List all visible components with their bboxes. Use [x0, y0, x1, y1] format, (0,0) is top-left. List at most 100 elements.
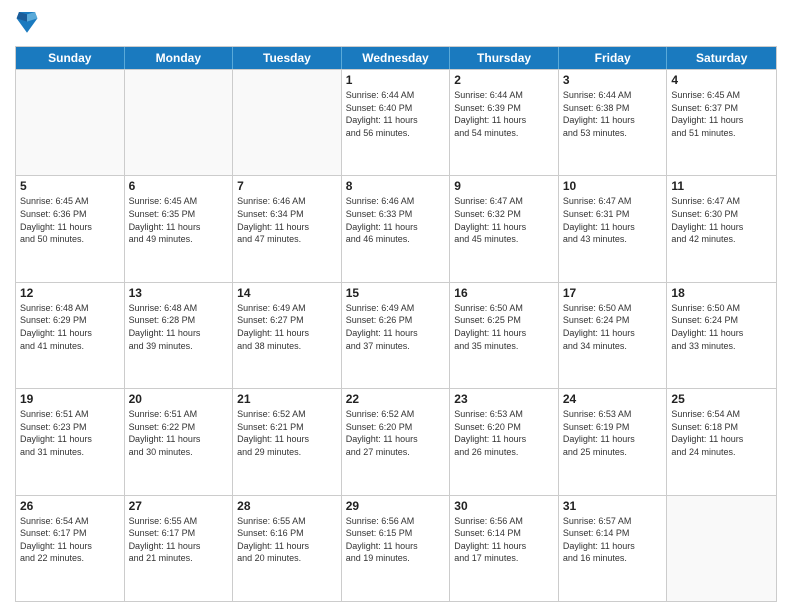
day-number: 9: [454, 179, 554, 193]
day-number: 2: [454, 73, 554, 87]
calendar-row-3: 12 Sunrise: 6:48 AM Sunset: 6:29 PM Dayli…: [16, 282, 776, 388]
calendar-cell-day-19: 19 Sunrise: 6:51 AM Sunset: 6:23 PM Dayli…: [16, 389, 125, 494]
calendar-cell-empty: [233, 70, 342, 175]
cell-info: Sunrise: 6:46 AM Sunset: 6:33 PM Dayligh…: [346, 195, 446, 245]
calendar-cell-day-20: 20Sunrise: 6:51 AM Sunset: 6:22 PM Dayli…: [125, 389, 234, 494]
calendar-cell-day-4: 4 Sunrise: 6:45 AM Sunset: 6:37 PM Daylig…: [667, 70, 776, 175]
calendar-header: SundayMondayTuesdayWednesdayThursdayFrid…: [16, 47, 776, 69]
calendar-cell-day-26: 26 Sunrise: 6:54 AM Sunset: 6:17 PM Dayli…: [16, 496, 125, 601]
weekday-header-saturday: Saturday: [667, 47, 776, 69]
calendar-cell-day-5: 5 Sunrise: 6:45 AM Sunset: 6:36 PM Daylig…: [16, 176, 125, 281]
cell-info: Sunrise: 6:45 AM Sunset: 6:37 PM Dayligh…: [671, 89, 772, 139]
cell-info: Sunrise: 6:54 AM Sunset: 6:17 PM Dayligh…: [20, 515, 120, 565]
cell-info: Sunrise: 6:44 AM Sunset: 6:38 PM Dayligh…: [563, 89, 663, 139]
calendar-cell-day-24: 24 Sunrise: 6:53 AM Sunset: 6:19 PM Dayli…: [559, 389, 668, 494]
cell-info: Sunrise: 6:48 AM Sunset: 6:29 PM Dayligh…: [20, 302, 120, 352]
cell-info: Sunrise: 6:53 AM Sunset: 6:19 PM Dayligh…: [563, 408, 663, 458]
calendar-cell-day-10: 10 Sunrise: 6:47 AM Sunset: 6:31 PM Dayli…: [559, 176, 668, 281]
day-number: 22: [346, 392, 446, 406]
day-number: 31: [563, 499, 663, 513]
calendar-cell-day-2: 2 Sunrise: 6:44 AM Sunset: 6:39 PM Daylig…: [450, 70, 559, 175]
day-number: 21: [237, 392, 337, 406]
page: SundayMondayTuesdayWednesdayThursdayFrid…: [0, 0, 792, 612]
calendar-cell-day-9: 9 Sunrise: 6:47 AM Sunset: 6:32 PM Daylig…: [450, 176, 559, 281]
logo-icon: [15, 10, 39, 38]
day-number: 4: [671, 73, 772, 87]
calendar-cell-day-11: 11 Sunrise: 6:47 AM Sunset: 6:30 PM Dayli…: [667, 176, 776, 281]
calendar-cell-day-29: 29 Sunrise: 6:56 AM Sunset: 6:15 PM Dayli…: [342, 496, 451, 601]
cell-info: Sunrise: 6:51 AM Sunset: 6:23 PM Dayligh…: [20, 408, 120, 458]
weekday-header-wednesday: Wednesday: [342, 47, 451, 69]
weekday-header-monday: Monday: [125, 47, 234, 69]
day-number: 1: [346, 73, 446, 87]
cell-info: Sunrise: 6:47 AM Sunset: 6:31 PM Dayligh…: [563, 195, 663, 245]
cell-info: Sunrise: 6:44 AM Sunset: 6:39 PM Dayligh…: [454, 89, 554, 139]
day-number: 20: [129, 392, 229, 406]
calendar-cell-day-1: 1 Sunrise: 6:44 AM Sunset: 6:40 PM Daylig…: [342, 70, 451, 175]
day-number: 29: [346, 499, 446, 513]
calendar-cell-day-21: 21 Sunrise: 6:52 AM Sunset: 6:21 PM Dayli…: [233, 389, 342, 494]
day-number: 27: [129, 499, 229, 513]
calendar-cell-day-30: 30 Sunrise: 6:56 AM Sunset: 6:14 PM Dayli…: [450, 496, 559, 601]
cell-info: Sunrise: 6:57 AM Sunset: 6:14 PM Dayligh…: [563, 515, 663, 565]
cell-info: Sunrise: 6:46 AM Sunset: 6:34 PM Dayligh…: [237, 195, 337, 245]
weekday-header-friday: Friday: [559, 47, 668, 69]
day-number: 19: [20, 392, 120, 406]
day-number: 5: [20, 179, 120, 193]
calendar-cell-day-22: 22 Sunrise: 6:52 AM Sunset: 6:20 PM Dayli…: [342, 389, 451, 494]
day-number: 23: [454, 392, 554, 406]
day-number: 3: [563, 73, 663, 87]
cell-info: Sunrise: 6:47 AM Sunset: 6:32 PM Dayligh…: [454, 195, 554, 245]
cell-info: Sunrise: 6:44 AM Sunset: 6:40 PM Dayligh…: [346, 89, 446, 139]
calendar: SundayMondayTuesdayWednesdayThursdayFrid…: [15, 46, 777, 602]
day-number: 12: [20, 286, 120, 300]
calendar-cell-day-28: 28Sunrise: 6:55 AM Sunset: 6:16 PM Dayli…: [233, 496, 342, 601]
cell-info: Sunrise: 6:45 AM Sunset: 6:36 PM Dayligh…: [20, 195, 120, 245]
calendar-row-5: 26 Sunrise: 6:54 AM Sunset: 6:17 PM Dayli…: [16, 495, 776, 601]
header: [15, 10, 777, 38]
day-number: 17: [563, 286, 663, 300]
calendar-cell-empty: [125, 70, 234, 175]
calendar-cell-empty: [16, 70, 125, 175]
calendar-cell-empty: [667, 496, 776, 601]
calendar-cell-day-23: 23Sunrise: 6:53 AM Sunset: 6:20 PM Dayli…: [450, 389, 559, 494]
cell-info: Sunrise: 6:56 AM Sunset: 6:15 PM Dayligh…: [346, 515, 446, 565]
calendar-cell-day-27: 27 Sunrise: 6:55 AM Sunset: 6:17 PM Dayli…: [125, 496, 234, 601]
weekday-header-sunday: Sunday: [16, 47, 125, 69]
calendar-cell-day-13: 13 Sunrise: 6:48 AM Sunset: 6:28 PM Dayli…: [125, 283, 234, 388]
calendar-cell-day-14: 14Sunrise: 6:49 AM Sunset: 6:27 PM Dayli…: [233, 283, 342, 388]
calendar-row-2: 5 Sunrise: 6:45 AM Sunset: 6:36 PM Daylig…: [16, 175, 776, 281]
day-number: 25: [671, 392, 772, 406]
calendar-row-4: 19 Sunrise: 6:51 AM Sunset: 6:23 PM Dayli…: [16, 388, 776, 494]
calendar-cell-day-3: 3 Sunrise: 6:44 AM Sunset: 6:38 PM Daylig…: [559, 70, 668, 175]
cell-info: Sunrise: 6:52 AM Sunset: 6:21 PM Dayligh…: [237, 408, 337, 458]
calendar-cell-day-16: 16Sunrise: 6:50 AM Sunset: 6:25 PM Dayli…: [450, 283, 559, 388]
day-number: 30: [454, 499, 554, 513]
cell-info: Sunrise: 6:50 AM Sunset: 6:24 PM Dayligh…: [563, 302, 663, 352]
day-number: 11: [671, 179, 772, 193]
day-number: 7: [237, 179, 337, 193]
day-number: 28: [237, 499, 337, 513]
cell-info: Sunrise: 6:45 AM Sunset: 6:35 PM Dayligh…: [129, 195, 229, 245]
day-number: 16: [454, 286, 554, 300]
cell-info: Sunrise: 6:47 AM Sunset: 6:30 PM Dayligh…: [671, 195, 772, 245]
cell-info: Sunrise: 6:56 AM Sunset: 6:14 PM Dayligh…: [454, 515, 554, 565]
weekday-header-tuesday: Tuesday: [233, 47, 342, 69]
day-number: 26: [20, 499, 120, 513]
logo: [15, 10, 41, 38]
day-number: 10: [563, 179, 663, 193]
day-number: 24: [563, 392, 663, 406]
cell-info: Sunrise: 6:49 AM Sunset: 6:26 PM Dayligh…: [346, 302, 446, 352]
day-number: 18: [671, 286, 772, 300]
cell-info: Sunrise: 6:52 AM Sunset: 6:20 PM Dayligh…: [346, 408, 446, 458]
cell-info: Sunrise: 6:50 AM Sunset: 6:24 PM Dayligh…: [671, 302, 772, 352]
day-number: 13: [129, 286, 229, 300]
cell-info: Sunrise: 6:55 AM Sunset: 6:17 PM Dayligh…: [129, 515, 229, 565]
day-number: 14: [237, 286, 337, 300]
calendar-cell-day-12: 12 Sunrise: 6:48 AM Sunset: 6:29 PM Dayli…: [16, 283, 125, 388]
day-number: 15: [346, 286, 446, 300]
calendar-cell-day-6: 6Sunrise: 6:45 AM Sunset: 6:35 PM Daylig…: [125, 176, 234, 281]
calendar-cell-day-18: 18 Sunrise: 6:50 AM Sunset: 6:24 PM Dayli…: [667, 283, 776, 388]
calendar-cell-day-31: 31 Sunrise: 6:57 AM Sunset: 6:14 PM Dayli…: [559, 496, 668, 601]
cell-info: Sunrise: 6:48 AM Sunset: 6:28 PM Dayligh…: [129, 302, 229, 352]
